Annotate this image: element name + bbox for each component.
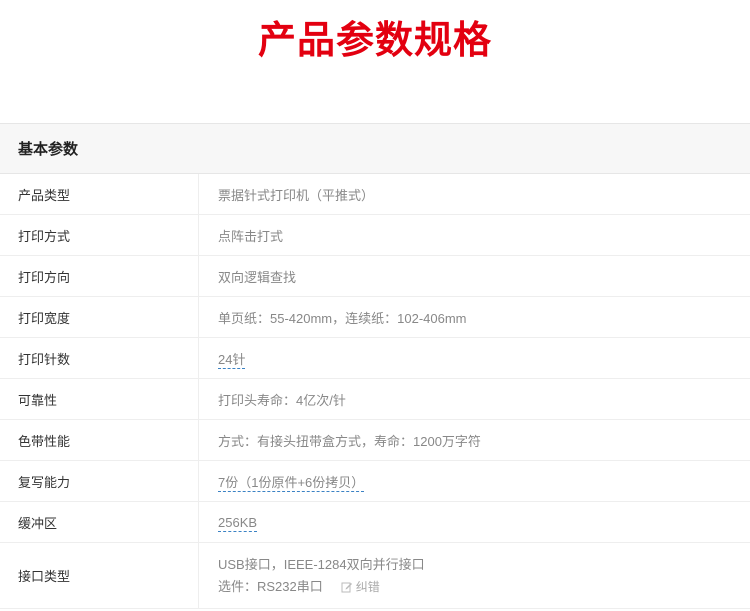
spec-value-text: 打印头寿命：4亿次/针 — [218, 392, 346, 408]
report-error-label: 纠错 — [355, 579, 380, 594]
spec-value-text: 点阵击打式 — [218, 228, 284, 244]
spec-value-text: 方式：有接头扭带盒方式，寿命：1200万字符 — [218, 433, 481, 449]
page-title: 产品参数规格 — [257, 20, 492, 62]
spec-value: 方式：有接头扭带盒方式，寿命：1200万字符 — [199, 420, 750, 460]
spec-row-print-method: 打印方式 点阵击打式 — [0, 215, 750, 256]
spec-label: 产品类型 — [0, 174, 199, 214]
section-header: 基本参数 — [0, 124, 750, 174]
report-error-button[interactable]: 纠错 — [341, 576, 380, 598]
spec-value: 单页纸：55-420mm，连续纸：102-406mm — [199, 297, 750, 337]
spec-label: 打印针数 — [0, 338, 199, 378]
spec-label: 复写能力 — [0, 461, 199, 501]
spec-value-text: 单页纸：55-420mm，连续纸：102-406mm — [218, 310, 467, 326]
spec-value-link[interactable]: 7份（1份原件+6份拷贝） — [218, 474, 365, 492]
spec-row-buffer: 缓冲区 256KB — [0, 502, 750, 543]
edit-icon — [341, 582, 352, 592]
spec-value: 点阵击打式 — [199, 215, 750, 255]
spec-row-product-type: 产品类型 票据针式打印机（平推式） — [0, 174, 750, 215]
spec-row-print-width: 打印宽度 单页纸：55-420mm，连续纸：102-406mm — [0, 297, 750, 338]
spec-option-text: 选件：RS232串口 — [218, 578, 323, 594]
spec-value: 票据针式打印机（平推式） — [199, 174, 750, 214]
spec-value-text: 双向逻辑查找 — [218, 269, 297, 285]
spec-label: 打印宽度 — [0, 297, 199, 337]
spec-table: 基本参数 产品类型 票据针式打印机（平推式） 打印方式 点阵击打式 打印方向 双… — [0, 123, 750, 609]
spec-value: 打印头寿命：4亿次/针 — [199, 379, 750, 419]
spec-value: 7份（1份原件+6份拷贝） — [199, 461, 750, 501]
section-title: 基本参数 — [18, 141, 79, 158]
spec-label: 打印方向 — [0, 256, 199, 296]
spec-option-line: 选件：RS232串口 纠错 — [218, 576, 750, 598]
spec-label: 色带性能 — [0, 420, 199, 460]
spec-label: 缓冲区 — [0, 502, 199, 542]
spec-value: 256KB — [199, 502, 750, 542]
spec-value-link[interactable]: 24针 — [218, 351, 246, 369]
spec-value-text: 票据针式打印机（平推式） — [218, 187, 375, 203]
spec-value: 24针 — [199, 338, 750, 378]
spec-value: 双向逻辑查找 — [199, 256, 750, 296]
spec-row-copy-capability: 复写能力 7份（1份原件+6份拷贝） — [0, 461, 750, 502]
spec-row-ribbon: 色带性能 方式：有接头扭带盒方式，寿命：1200万字符 — [0, 420, 750, 461]
spec-value: USB接口，IEEE-1284双向并行接口 选件：RS232串口 纠错 — [199, 543, 750, 608]
spec-label: 接口类型 — [0, 543, 199, 608]
spec-value-text: USB接口，IEEE-1284双向并行接口 — [218, 556, 425, 572]
spec-label: 可靠性 — [0, 379, 199, 419]
spec-row-pin-count: 打印针数 24针 — [0, 338, 750, 379]
spec-row-interface: 接口类型 USB接口，IEEE-1284双向并行接口 选件：RS232串口 纠错 — [0, 543, 750, 609]
spec-row-print-direction: 打印方向 双向逻辑查找 — [0, 256, 750, 297]
spec-label: 打印方式 — [0, 215, 199, 255]
spec-value-link[interactable]: 256KB — [218, 514, 258, 532]
spec-row-reliability: 可靠性 打印头寿命：4亿次/针 — [0, 379, 750, 420]
